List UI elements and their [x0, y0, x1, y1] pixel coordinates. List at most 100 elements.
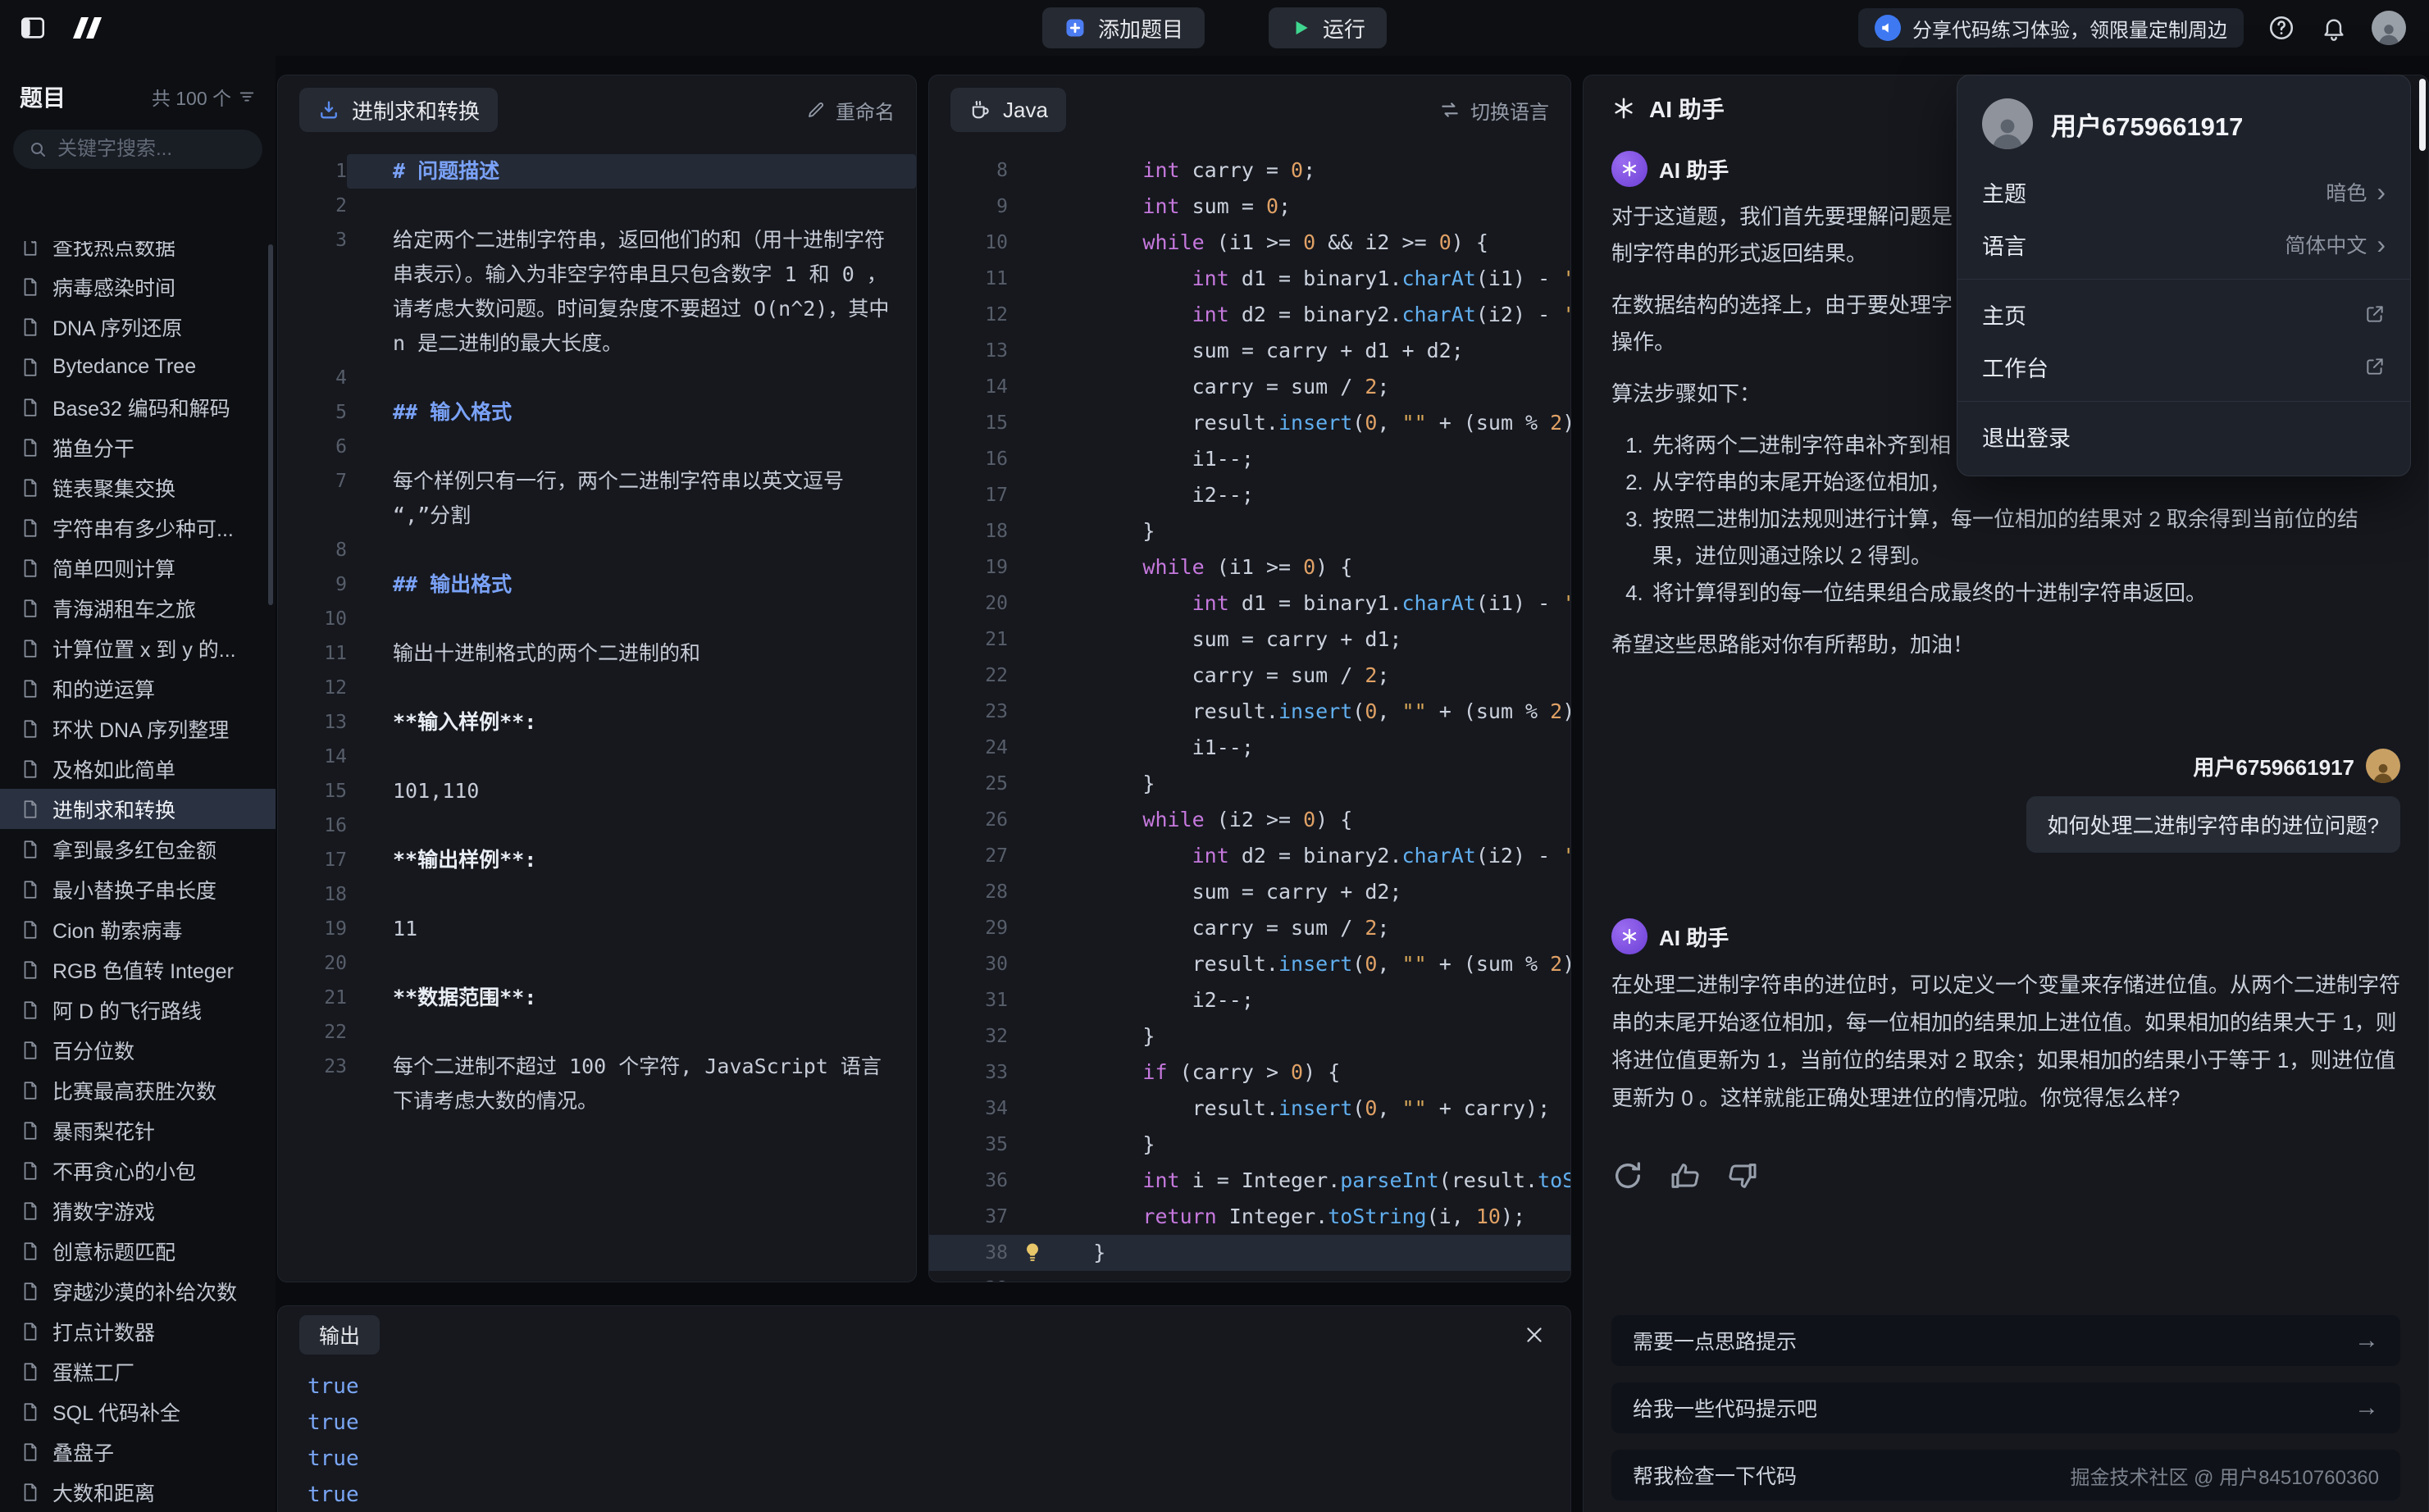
- markdown-line[interactable]: 15101,110: [278, 774, 916, 808]
- menu-item-language[interactable]: 语言 简体中文 ›: [1957, 218, 2410, 271]
- sidebar-item[interactable]: 病毒感染时间: [0, 266, 276, 307]
- sidebar-item[interactable]: 打点计数器: [0, 1311, 276, 1351]
- markdown-line[interactable]: 2: [278, 189, 916, 223]
- sidebar-item[interactable]: 百分位数: [0, 1030, 276, 1070]
- sidebar-item[interactable]: 穿越沙漠的补给次数: [0, 1271, 276, 1311]
- markdown-line[interactable]: 6: [278, 430, 916, 464]
- code-line[interactable]: 37 return Integer.toString(i, 10);: [929, 1199, 1570, 1235]
- thumbs-up-icon[interactable]: [1669, 1159, 1702, 1192]
- problem-tab[interactable]: 进制求和转换: [299, 88, 498, 132]
- markdown-line[interactable]: 12: [278, 671, 916, 705]
- regenerate-icon[interactable]: [1611, 1159, 1644, 1192]
- search-input[interactable]: [57, 138, 248, 161]
- sidebar-item[interactable]: 环状 DNA 序列整理: [0, 708, 276, 749]
- sidebar-item[interactable]: 猜数字游戏: [0, 1191, 276, 1231]
- language-tab[interactable]: Java: [950, 88, 1066, 132]
- markdown-line[interactable]: 1911: [278, 912, 916, 946]
- code-line[interactable]: 18 }: [929, 513, 1570, 549]
- help-icon[interactable]: [2267, 13, 2296, 43]
- code-line[interactable]: 15 result.insert(0, "" + (sum % 2));: [929, 405, 1570, 441]
- sidebar-item[interactable]: Bytedance Tree: [0, 347, 276, 387]
- code-line[interactable]: 17 i2--;: [929, 477, 1570, 513]
- sidebar-item[interactable]: SQL 代码补全: [0, 1391, 276, 1432]
- markdown-line[interactable]: 16: [278, 808, 916, 843]
- sidebar-item[interactable]: 创意标题匹配: [0, 1231, 276, 1271]
- code-line[interactable]: 36 int i = Integer.parseInt(result.toStr…: [929, 1163, 1570, 1199]
- sidebar-item[interactable]: 青海湖租车之旅: [0, 588, 276, 628]
- sidebar-scrollbar[interactable]: [268, 244, 273, 605]
- code-line[interactable]: 39: [929, 1271, 1570, 1282]
- sidebar-item[interactable]: 蛋糕工厂: [0, 1351, 276, 1391]
- code-line[interactable]: 33 if (carry > 0) {: [929, 1054, 1570, 1091]
- markdown-line[interactable]: 10: [278, 602, 916, 636]
- code-line[interactable]: 28 sum = carry + d2;: [929, 874, 1570, 910]
- sidebar-item[interactable]: 及格如此简单: [0, 749, 276, 789]
- code-line[interactable]: 11 int d1 = binary1.charAt(i1) - '0';: [929, 261, 1570, 297]
- code-line[interactable]: 21 sum = carry + d1;: [929, 622, 1570, 658]
- markdown-line[interactable]: 14: [278, 740, 916, 774]
- sidebar-item[interactable]: 暴雨梨花针: [0, 1110, 276, 1150]
- markdown-line[interactable]: 4: [278, 361, 916, 395]
- sidebar-item[interactable]: 进制求和转换: [0, 789, 276, 829]
- code-line[interactable]: 9 int sum = 0;: [929, 189, 1570, 225]
- sidebar-item[interactable]: 和的逆运算: [0, 668, 276, 708]
- code-line[interactable]: 35 }: [929, 1127, 1570, 1163]
- ai-panel-scrollbar[interactable]: [2419, 79, 2426, 151]
- code-line[interactable]: 26 while (i2 >= 0) {: [929, 802, 1570, 838]
- lightbulb-icon[interactable]: [1021, 1241, 1046, 1265]
- markdown-line[interactable]: 1# 问题描述: [278, 154, 916, 189]
- code-line[interactable]: 19 while (i1 >= 0) {: [929, 549, 1570, 585]
- close-icon[interactable]: [1520, 1320, 1549, 1350]
- thumbs-down-icon[interactable]: [1726, 1159, 1759, 1192]
- sidebar-item[interactable]: Base32 编码和解码: [0, 387, 276, 427]
- sidebar-item[interactable]: 计算位置 x 到 y 的...: [0, 628, 276, 668]
- markdown-line[interactable]: 5## 输入格式: [278, 395, 916, 430]
- sidebar-item[interactable]: 简单四则计算: [0, 548, 276, 588]
- markdown-line[interactable]: 11输出十进制格式的两个二进制的和: [278, 636, 916, 671]
- sidebar-item[interactable]: DNA 序列还原: [0, 307, 276, 347]
- promo-banner[interactable]: 分享代码练习体验，领限量定制周边: [1858, 8, 2244, 48]
- sidebar-item[interactable]: 比赛最高获胜次数: [0, 1070, 276, 1110]
- code-line[interactable]: 38 }: [929, 1235, 1570, 1271]
- problem-markdown-editor[interactable]: 1# 问题描述23给定两个二进制字符串，返回他们的和（用十进制字符串表示）。输入…: [278, 144, 916, 1282]
- markdown-line[interactable]: 20: [278, 946, 916, 981]
- markdown-line[interactable]: 18: [278, 877, 916, 912]
- user-avatar[interactable]: [2372, 11, 2406, 45]
- code-line[interactable]: 34 result.insert(0, "" + carry);: [929, 1091, 1570, 1127]
- sidebar-item[interactable]: 查找热点数据: [0, 241, 276, 266]
- code-editor[interactable]: 8 int carry = 0;9 int sum = 0;10 while (…: [929, 144, 1570, 1282]
- sidebar-item[interactable]: 拿到最多红包金额: [0, 829, 276, 869]
- search-box[interactable]: [13, 130, 262, 169]
- suggestion-button[interactable]: 给我一些代码提示吧→: [1611, 1382, 2400, 1433]
- sidebar-item[interactable]: 字符串有多少种可...: [0, 508, 276, 548]
- sidebar-item[interactable]: 不再贪心的小包: [0, 1150, 276, 1191]
- code-line[interactable]: 24 i1--;: [929, 730, 1570, 766]
- markdown-line[interactable]: 3给定两个二进制字符串，返回他们的和（用十进制字符串表示）。输入为非空字符串且只…: [278, 223, 916, 361]
- menu-item-workbench[interactable]: 工作台: [1957, 340, 2410, 393]
- code-line[interactable]: 20 int d1 = binary1.charAt(i1) - '0';: [929, 585, 1570, 622]
- markdown-line[interactable]: 23每个二进制不超过 100 个字符, JavaScript 语言下请考虑大数的…: [278, 1050, 916, 1118]
- code-line[interactable]: 10 while (i1 >= 0 && i2 >= 0) {: [929, 225, 1570, 261]
- run-button[interactable]: 运行: [1269, 7, 1387, 48]
- app-logo[interactable]: [64, 13, 107, 43]
- sidebar-item[interactable]: 阿 D 的飞行路线: [0, 990, 276, 1030]
- code-line[interactable]: 12 int d2 = binary2.charAt(i2) - '0';: [929, 297, 1570, 333]
- sidebar-item[interactable]: 大数和距离: [0, 1472, 276, 1512]
- sidebar-toggle-icon[interactable]: [18, 13, 48, 43]
- code-line[interactable]: 31 i2--;: [929, 982, 1570, 1018]
- sidebar-item[interactable]: 最小替换子串长度: [0, 869, 276, 909]
- markdown-line[interactable]: 9## 输出格式: [278, 567, 916, 602]
- code-line[interactable]: 27 int d2 = binary2.charAt(i2) - '0';: [929, 838, 1570, 874]
- code-line[interactable]: 13 sum = carry + d1 + d2;: [929, 333, 1570, 369]
- code-line[interactable]: 32 }: [929, 1018, 1570, 1054]
- code-line[interactable]: 30 result.insert(0, "" + (sum % 2));: [929, 946, 1570, 982]
- menu-item-theme[interactable]: 主题 暗色 ›: [1957, 166, 2410, 218]
- markdown-line[interactable]: 17**输出样例**:: [278, 843, 916, 877]
- code-line[interactable]: 16 i1--;: [929, 441, 1570, 477]
- sidebar-item[interactable]: RGB 色值转 Integer: [0, 950, 276, 990]
- code-line[interactable]: 29 carry = sum / 2;: [929, 910, 1570, 946]
- markdown-line[interactable]: 22: [278, 1015, 916, 1050]
- add-problem-button[interactable]: 添加题目: [1042, 7, 1205, 48]
- sidebar-item[interactable]: 猫鱼分干: [0, 427, 276, 467]
- code-line[interactable]: 23 result.insert(0, "" + (sum % 2));: [929, 694, 1570, 730]
